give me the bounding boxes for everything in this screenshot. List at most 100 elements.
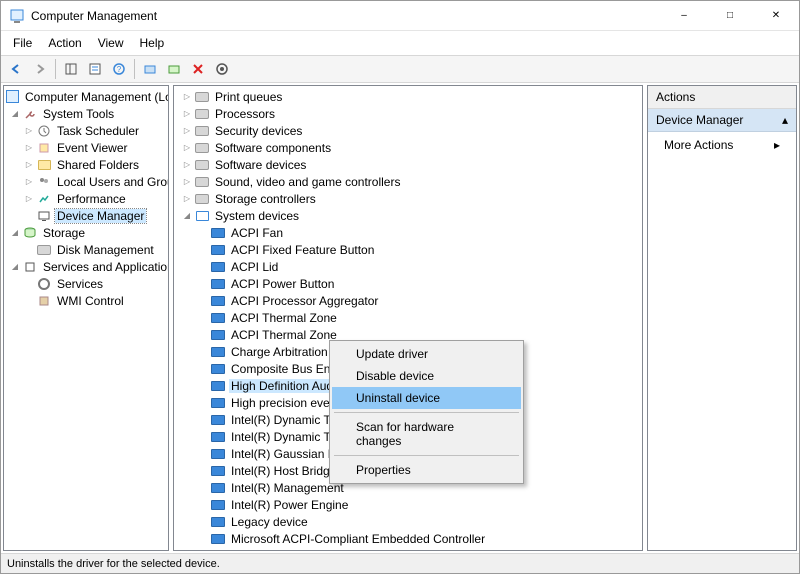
properties-button[interactable] xyxy=(84,58,106,80)
menu-file[interactable]: File xyxy=(5,33,40,53)
tree-root[interactable]: Computer Management (Local xyxy=(4,88,168,105)
device-category[interactable]: ▷ Software components xyxy=(174,139,642,156)
tree-services[interactable]: Services xyxy=(4,275,168,292)
tree-disk-management[interactable]: Disk Management xyxy=(4,241,168,258)
device-category[interactable]: ▷ Sound, video and game controllers xyxy=(174,173,642,190)
device-icon xyxy=(210,395,226,411)
actions-section[interactable]: Device Manager ▴ xyxy=(648,109,796,132)
software-icon xyxy=(194,157,210,173)
device-item[interactable]: ACPI Power Button xyxy=(174,275,642,292)
device-category[interactable]: ▷ Print queues xyxy=(174,88,642,105)
device-tree-pane[interactable]: ▷ Print queues▷ Processors▷ Security dev… xyxy=(173,85,643,551)
toolbar-separator xyxy=(55,59,56,79)
back-button[interactable] xyxy=(5,58,27,80)
uninstall-button[interactable] xyxy=(187,58,209,80)
context-menu-item[interactable]: Properties xyxy=(332,459,521,481)
update-driver-button[interactable] xyxy=(163,58,185,80)
device-item[interactable]: Legacy device xyxy=(174,513,642,530)
computer-icon xyxy=(4,89,20,105)
expand-icon[interactable]: ▷ xyxy=(22,141,36,155)
expand-icon[interactable]: ▷ xyxy=(180,175,194,189)
collapse-icon[interactable]: ◢ xyxy=(8,226,22,240)
tree-local-users[interactable]: ▷ Local Users and Groups xyxy=(4,173,168,190)
device-item[interactable]: Microsoft ACPI-Compliant Embedded Contro… xyxy=(174,530,642,547)
expand-icon[interactable]: ▷ xyxy=(22,124,36,138)
context-menu-item[interactable]: Disable device xyxy=(332,365,521,387)
expand-icon[interactable]: ▷ xyxy=(180,90,194,104)
context-menu-item[interactable]: Update driver xyxy=(332,343,521,365)
device-category[interactable]: ▷ Security devices xyxy=(174,122,642,139)
expand-icon[interactable]: ▷ xyxy=(180,141,194,155)
window-title: Computer Management xyxy=(31,9,661,23)
tree-task-scheduler[interactable]: ▷ Task Scheduler xyxy=(4,122,168,139)
expand-icon[interactable]: ▷ xyxy=(22,158,36,172)
disk-icon xyxy=(36,242,52,258)
security-icon xyxy=(194,123,210,139)
device-icon xyxy=(210,514,226,530)
device-icon xyxy=(210,327,226,343)
tree-services-apps[interactable]: ◢ Services and Applications xyxy=(4,258,168,275)
close-button[interactable]: ✕ xyxy=(753,1,799,31)
tree-device-manager[interactable]: Device Manager xyxy=(4,207,168,224)
context-menu-item[interactable]: Scan for hardware changes xyxy=(332,416,521,452)
device-item[interactable]: Intel(R) Power Engine xyxy=(174,496,642,513)
context-menu-separator xyxy=(334,412,519,413)
storage-icon xyxy=(194,191,210,207)
device-category[interactable]: ▷ Storage controllers xyxy=(174,190,642,207)
scan-hardware-button[interactable] xyxy=(139,58,161,80)
svg-text:?: ? xyxy=(117,65,122,74)
component-icon xyxy=(194,140,210,156)
device-item[interactable]: ACPI Processor Aggregator xyxy=(174,292,642,309)
performance-icon xyxy=(36,191,52,207)
device-category[interactable]: ▷ Processors xyxy=(174,105,642,122)
menu-help[interactable]: Help xyxy=(132,33,173,53)
device-icon xyxy=(210,361,226,377)
expand-icon[interactable]: ▷ xyxy=(180,192,194,206)
services-apps-icon xyxy=(22,259,38,275)
actions-more-label: More Actions xyxy=(664,138,733,152)
event-icon xyxy=(36,140,52,156)
storage-icon xyxy=(22,225,38,241)
expand-icon[interactable]: ▷ xyxy=(180,158,194,172)
forward-button[interactable] xyxy=(29,58,51,80)
tree-performance[interactable]: ▷ Performance xyxy=(4,190,168,207)
help-button[interactable]: ? xyxy=(108,58,130,80)
device-icon xyxy=(210,429,226,445)
device-icon xyxy=(210,310,226,326)
expand-icon[interactable]: ▷ xyxy=(22,175,36,189)
menu-action[interactable]: Action xyxy=(40,33,89,53)
users-icon xyxy=(36,174,52,190)
app-icon xyxy=(9,8,25,24)
tree-shared-folders[interactable]: ▷ Shared Folders xyxy=(4,156,168,173)
device-item[interactable]: Microsoft ACPI-Compliant System xyxy=(174,547,642,551)
device-item[interactable]: ACPI Thermal Zone xyxy=(174,309,642,326)
minimize-button[interactable]: – xyxy=(661,1,707,31)
tree-storage[interactable]: ◢ Storage xyxy=(4,224,168,241)
context-menu-item[interactable]: Uninstall device xyxy=(332,387,521,409)
navigation-tree-pane[interactable]: Computer Management (Local ◢ System Tool… xyxy=(3,85,169,551)
device-item[interactable]: ACPI Fan xyxy=(174,224,642,241)
device-category-system[interactable]: ◢ System devices xyxy=(174,207,642,224)
tree-wmi-control[interactable]: WMI Control xyxy=(4,292,168,309)
expand-icon[interactable]: ▷ xyxy=(180,124,194,138)
expand-icon[interactable]: ▷ xyxy=(180,107,194,121)
menu-view[interactable]: View xyxy=(90,33,132,53)
device-item[interactable]: ACPI Fixed Feature Button xyxy=(174,241,642,258)
maximize-button[interactable]: □ xyxy=(707,1,753,31)
device-icon xyxy=(210,497,226,513)
content-area: Computer Management (Local ◢ System Tool… xyxy=(1,83,799,553)
tree-event-viewer[interactable]: ▷ Event Viewer xyxy=(4,139,168,156)
collapse-icon[interactable]: ◢ xyxy=(8,107,22,121)
actions-more[interactable]: More Actions ▸ xyxy=(648,132,796,158)
collapse-icon[interactable]: ◢ xyxy=(180,209,194,223)
collapse-icon[interactable]: ◢ xyxy=(8,260,22,274)
tree-system-tools[interactable]: ◢ System Tools xyxy=(4,105,168,122)
show-hide-tree-button[interactable] xyxy=(60,58,82,80)
device-category[interactable]: ▷ Software devices xyxy=(174,156,642,173)
device-item[interactable]: ACPI Lid xyxy=(174,258,642,275)
device-icon xyxy=(210,531,226,547)
expand-icon[interactable]: ▷ xyxy=(22,192,36,206)
device-icon xyxy=(210,242,226,258)
disable-button[interactable] xyxy=(211,58,233,80)
title-bar: Computer Management – □ ✕ xyxy=(1,1,799,31)
